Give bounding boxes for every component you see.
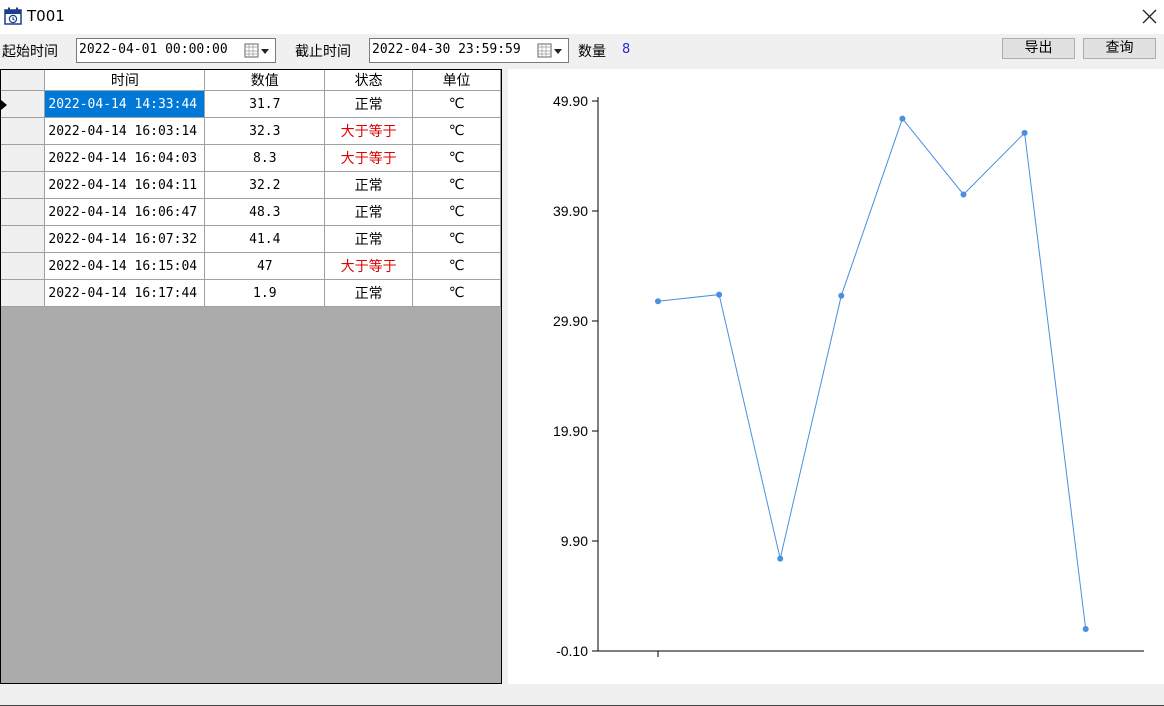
cell-unit[interactable]: ℃ [412,117,501,145]
cell-value[interactable]: 47 [204,252,326,280]
row-header[interactable] [1,144,46,172]
y-tick-label: -0.10 [556,643,588,659]
cell-time[interactable]: 2022-04-14 16:04:03 [44,144,206,172]
cell-value[interactable]: 48.3 [204,198,326,226]
row-header[interactable] [1,198,46,226]
table-row[interactable]: 2022-04-14 16:04:11 32.2 正常 ℃ [1,171,501,199]
cell-status[interactable]: 大于等于 [324,144,414,172]
data-grid: 时间 数值 状态 单位 2022-04-14 14:33:44 31.7 正常 ℃ 20… [1,70,501,307]
count-label: 数量 [578,44,606,60]
data-point [960,191,967,198]
row-header[interactable] [1,171,46,199]
cell-unit[interactable]: ℃ [412,252,501,280]
title-bar: T001 [0,0,1164,34]
data-point [899,115,906,122]
cell-time[interactable]: 2022-04-14 16:17:44 [44,279,206,307]
row-header[interactable] [1,117,46,145]
cell-status[interactable]: 正常 [324,198,414,226]
data-point [655,298,661,305]
data-point [716,291,723,298]
export-button[interactable]: 导出 [1002,38,1075,59]
close-icon[interactable] [1136,5,1162,29]
series-line [657,117,1087,630]
cell-status[interactable]: 正常 [324,225,414,253]
cell-value[interactable]: 32.3 [204,117,326,145]
cell-value[interactable]: 8.3 [204,144,326,172]
y-tick-label: 39.90 [553,203,588,219]
cell-status[interactable]: 大于等于 [324,117,414,145]
calendar-dropdown-icon[interactable] [537,43,563,59]
cell-unit[interactable]: ℃ [412,90,501,118]
count-value: 8 [622,42,631,57]
row-header[interactable] [1,225,46,253]
end-time-label: 截止时间 [295,44,351,60]
line-chart: 49.90 39.90 29.90 19.90 9.90 -0.10 [553,93,1144,659]
cell-value[interactable]: 32.2 [204,171,326,199]
cell-value[interactable]: 31.7 [204,90,326,118]
cell-status[interactable]: 大于等于 [324,252,414,280]
column-header-value[interactable]: 数值 [204,70,326,91]
chart-panel: 49.90 39.90 29.90 19.90 9.90 -0.10 [508,69,1164,684]
cell-time[interactable]: 2022-04-14 16:03:14 [44,117,206,145]
cell-unit[interactable]: ℃ [412,171,501,199]
row-header[interactable] [1,252,46,280]
query-toolbar: 起始时间 2022-04-01 00:00:00 截止时间 2022-04-30… [0,34,1164,68]
data-point [838,292,845,299]
y-tick-label: 9.90 [561,533,588,549]
row-header[interactable] [1,279,46,307]
cell-unit[interactable]: ℃ [412,225,501,253]
table-row[interactable]: 2022-04-14 16:07:32 41.4 正常 ℃ [1,225,501,253]
cell-status[interactable]: 正常 [324,171,414,199]
end-time-value[interactable]: 2022-04-30 23:59:59 [372,42,521,57]
status-bar [0,684,1164,706]
cell-time[interactable]: 2022-04-14 16:04:11 [44,171,206,199]
cell-time[interactable]: 2022-04-14 14:33:44 [44,90,206,118]
cell-time[interactable]: 2022-04-14 16:07:32 [44,225,206,253]
start-time-label: 起始时间 [2,44,58,60]
table-row[interactable]: 2022-04-14 16:04:03 8.3 大于等于 ℃ [1,144,501,172]
cell-unit[interactable]: ℃ [412,198,501,226]
cell-value[interactable]: 41.4 [204,225,326,253]
y-tick-label: 49.90 [553,93,588,109]
y-tick-label: 29.90 [553,313,588,329]
cell-status[interactable]: 正常 [324,90,414,118]
cell-value[interactable]: 1.9 [204,279,326,307]
query-button[interactable]: 查询 [1083,38,1156,59]
column-header-unit[interactable]: 单位 [412,70,501,91]
column-header-status[interactable]: 状态 [324,70,414,91]
table-row[interactable]: 2022-04-14 14:33:44 31.7 正常 ℃ [1,90,501,118]
data-grid-panel: 时间 数值 状态 单位 2022-04-14 14:33:44 31.7 正常 ℃ 20… [0,69,502,684]
cell-time[interactable]: 2022-04-14 16:06:47 [44,198,206,226]
cell-unit[interactable]: ℃ [412,144,501,172]
row-header[interactable] [1,90,46,118]
calendar-clock-icon [4,7,22,25]
start-time-picker[interactable]: 2022-04-01 00:00:00 [76,38,276,63]
window-title: T001 [27,7,65,25]
start-time-value[interactable]: 2022-04-01 00:00:00 [79,42,228,57]
data-point [777,555,784,562]
table-row[interactable]: 2022-04-14 16:03:14 32.3 大于等于 ℃ [1,117,501,145]
calendar-dropdown-icon[interactable] [244,43,270,59]
column-header-time[interactable]: 时间 [44,70,206,91]
cell-unit[interactable]: ℃ [412,279,501,307]
end-time-picker[interactable]: 2022-04-30 23:59:59 [369,38,569,63]
table-row[interactable]: 2022-04-14 16:15:04 47 大于等于 ℃ [1,252,501,280]
y-tick-label: 19.90 [553,423,588,439]
cell-status[interactable]: 正常 [324,279,414,307]
table-row[interactable]: 2022-04-14 16:17:44 1.9 正常 ℃ [1,279,501,307]
row-header-corner [1,70,46,91]
cell-time[interactable]: 2022-04-14 16:15:04 [44,252,206,280]
table-row[interactable]: 2022-04-14 16:06:47 48.3 正常 ℃ [1,198,501,226]
data-point [1082,626,1089,632]
data-point [1021,129,1028,136]
grid-header-row: 时间 数值 状态 单位 [1,70,501,91]
current-row-arrow-icon [1,100,7,110]
